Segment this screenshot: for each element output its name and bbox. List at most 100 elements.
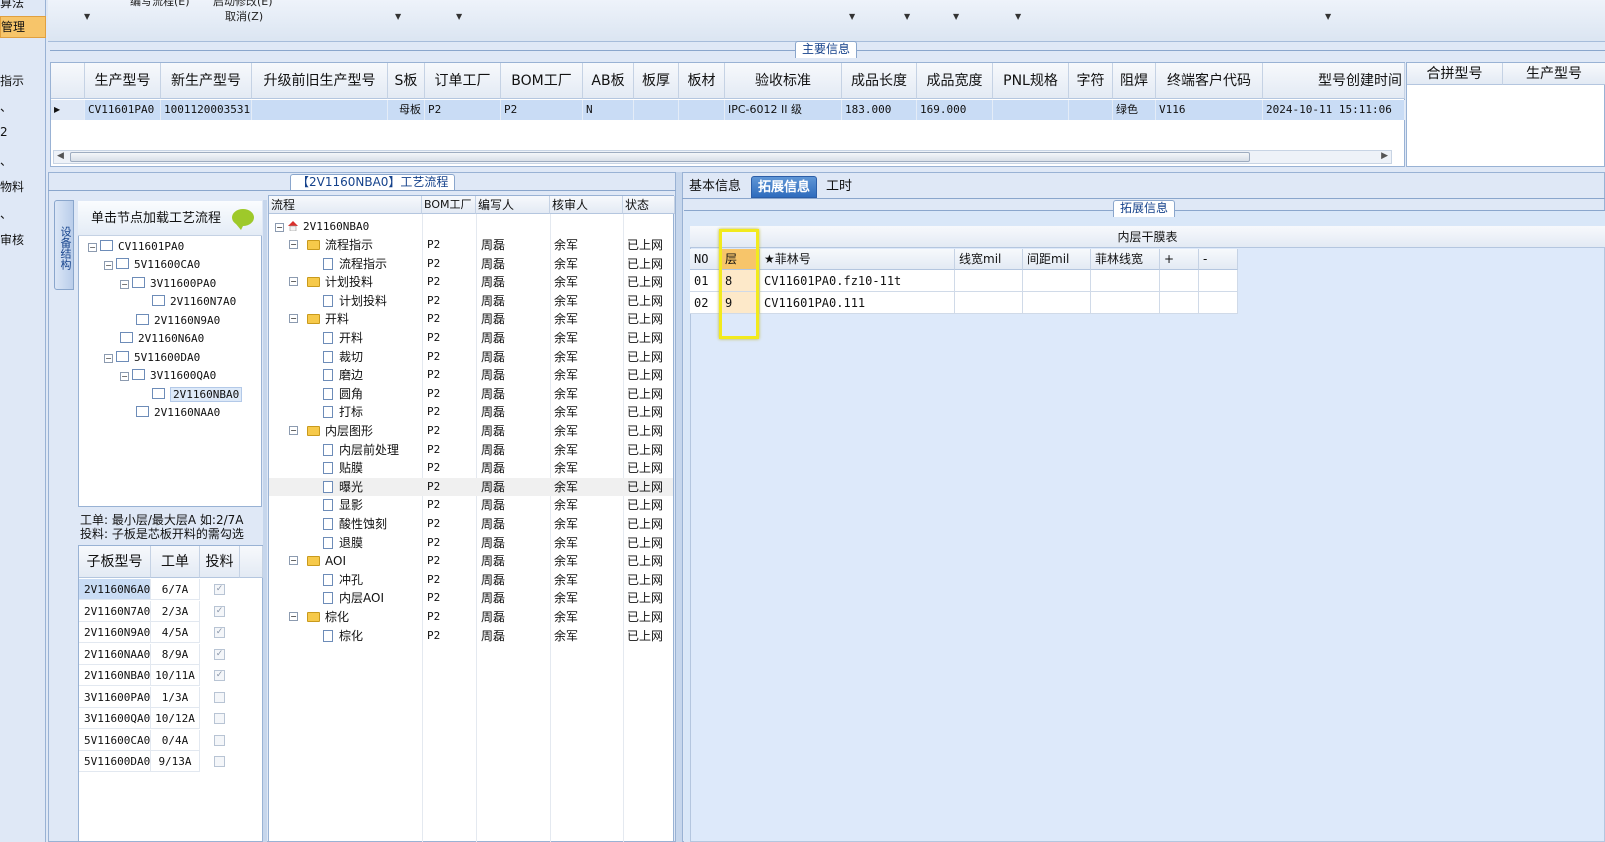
flow-row[interactable]: − 流程指示 P2 周磊 余军 已上网 [269,236,673,255]
collapse-icon[interactable]: − [104,354,113,363]
tree-node[interactable]: 2V1160N7A0 [152,294,236,310]
cell-created-time[interactable]: 2024-10-11 15:11:06 [1263,100,1405,120]
flow-row[interactable]: − 棕化 P2 周磊 余军 已上网 [269,608,673,627]
scrollbar-thumb[interactable] [70,152,1250,162]
flow-row[interactable]: 开料 P2 周磊 余军 已上网 [269,329,673,348]
col-header-merge-model[interactable]: 合拼型号 [1407,63,1503,85]
col-header-char[interactable]: 字符 [1069,63,1113,99]
cell-line-width[interactable] [955,270,1023,292]
cell-order-factory[interactable]: P2 [425,100,501,120]
tree-node[interactable]: − 5V11600DA0 [104,350,200,366]
col-header-plus[interactable]: + [1160,249,1199,270]
col-header-order[interactable]: 工单 [151,546,200,578]
feed-checkbox[interactable]: ✓ [214,648,225,660]
flow-row[interactable]: 冲孔 P2 周磊 余军 已上网 [269,571,673,590]
sub-row-model[interactable]: 2V1160NBA0 [79,665,151,686]
col-header-flow[interactable]: 流程 [269,196,422,214]
sub-row-order[interactable]: 8/9A [151,643,200,665]
flow-row[interactable]: 磨边 P2 周磊 余军 已上网 [269,366,673,385]
col-header-s-board[interactable]: S板 [388,63,425,99]
nav-item-2[interactable]: 指示 [0,72,46,89]
cell-material[interactable] [679,100,725,120]
tab-work-hours[interactable]: 工时 [820,176,858,198]
nav-item-3[interactable]: 、 [0,98,46,115]
feed-checkbox[interactable] [214,713,225,724]
sub-row-order[interactable]: 6/7A [151,579,200,600]
cell-spacing[interactable] [1023,270,1091,292]
cell-ab-board[interactable]: N [583,100,634,120]
cell-film-no[interactable]: CV11601PA0.111 [760,292,955,314]
cell-film-line-width[interactable] [1091,292,1160,314]
flow-row[interactable]: 显影 P2 周磊 余军 已上网 [269,496,673,515]
cell-spacing[interactable] [1023,292,1091,314]
flow-row[interactable]: 棕化 P2 周磊 余军 已上网 [269,627,673,646]
flow-row[interactable]: 酸性蚀刻 P2 周磊 余军 已上网 [269,515,673,534]
sub-row-model[interactable]: 5V11600CA0 [79,729,151,751]
col-header-reviewer[interactable]: 核审人 [550,196,623,214]
cell-standard[interactable]: IPC-6012 II 级 [725,100,842,120]
dropdown-arrow-icon[interactable]: ▼ [1015,12,1021,21]
cell-line-width[interactable] [955,292,1023,314]
col-header-prod-model-2[interactable]: 生产型号 [1503,63,1605,85]
col-header-no[interactable]: NO [690,249,721,270]
flow-row[interactable]: − AOI P2 周磊 余军 已上网 [269,552,673,571]
collapse-icon[interactable]: − [289,240,298,249]
nav-item-5[interactable]: 、 [0,152,46,169]
tree-node[interactable]: − 3V11600PA0 [120,276,216,292]
cell-s-board[interactable]: 母板 [388,100,425,120]
collapse-icon[interactable]: − [88,243,97,252]
dropdown-arrow-icon[interactable]: ▼ [456,12,462,21]
tree-node[interactable]: 2V1160N9A0 [136,313,220,329]
vertical-splitter[interactable] [263,200,267,842]
col-header-customer-code[interactable]: 终端客户代码 [1156,63,1263,99]
cell-minus[interactable] [1199,270,1238,292]
tree-node[interactable]: − 3V11600QA0 [120,368,216,384]
collapse-icon[interactable]: − [289,556,298,566]
col-header-line-width[interactable]: 线宽mil [955,249,1023,270]
sub-row-model[interactable]: 5V11600DA0 [79,751,151,772]
tab-basic-info[interactable]: 基本信息 [683,176,747,198]
sub-row-order[interactable]: 9/13A [151,751,200,772]
col-header-standard[interactable]: 验收标准 [725,63,842,99]
cell-no[interactable]: 02 [690,292,721,314]
flow-row[interactable]: 裁切 P2 周磊 余军 已上网 [269,348,673,367]
collapse-icon[interactable]: − [104,261,113,270]
cell-length[interactable]: 183.000 [842,100,917,120]
flow-row[interactable]: 贴膜 P2 周磊 余军 已上网 [269,459,673,478]
nav-item-6[interactable]: 物料 [0,178,46,195]
feed-checkbox[interactable]: ✓ [214,605,225,617]
sub-row-order[interactable]: 2/3A [151,600,200,622]
flow-row[interactable]: 曝光 P2 周磊 余军 已上网 [269,477,673,497]
col-header-length[interactable]: 成品长度 [842,63,917,99]
dropdown-arrow-icon[interactable]: ▼ [1325,12,1331,21]
cell-minus[interactable] [1199,292,1238,314]
dropdown-arrow-icon[interactable]: ▼ [904,12,910,21]
col-header-pnl-spec[interactable]: PNL规格 [993,63,1069,99]
col-header-old-model[interactable]: 升级前旧生产型号 [252,63,388,99]
flow-row[interactable]: − 开料 P2 周磊 余军 已上网 [269,310,673,329]
sub-row-model[interactable]: 3V11600QA0 [79,708,151,729]
col-header-minus[interactable]: - [1199,249,1238,270]
sub-row-order[interactable]: 1/3A [151,686,200,708]
collapse-icon[interactable]: − [275,223,284,232]
dropdown-arrow-icon[interactable]: ▼ [395,12,401,21]
cell-bom-factory[interactable]: P2 [501,100,583,120]
nav-item-1[interactable]: 管理 [0,16,46,38]
sub-row-model[interactable]: 2V1160N9A0 [79,622,151,643]
collapse-icon[interactable]: − [120,280,129,289]
col-header-ab-board[interactable]: AB板 [583,63,634,99]
cell-prod-model[interactable]: CV11601PA0 [85,100,161,120]
sub-row-order[interactable]: 10/11A [151,665,200,686]
flow-row[interactable]: 退膜 P2 周磊 余军 已上网 [269,534,673,553]
nav-item-0[interactable]: 算法 [0,0,46,11]
feed-checkbox[interactable] [214,691,225,703]
flow-row[interactable]: − 计划投料 P2 周磊 余军 已上网 [269,273,673,292]
cell-plus[interactable] [1160,292,1199,314]
flow-row[interactable]: 流程指示 P2 周磊 余军 已上网 [269,255,673,274]
col-header-film-line-width[interactable]: 菲林线宽 [1091,249,1160,270]
collapse-icon[interactable]: − [289,612,298,621]
feed-checkbox[interactable]: ✓ [214,627,225,638]
feed-checkbox[interactable]: ✓ [214,670,225,681]
col-header-created-time[interactable]: 型号创建时间 [1263,63,1405,99]
col-header-new-model[interactable]: 新生产型号 [161,63,252,99]
